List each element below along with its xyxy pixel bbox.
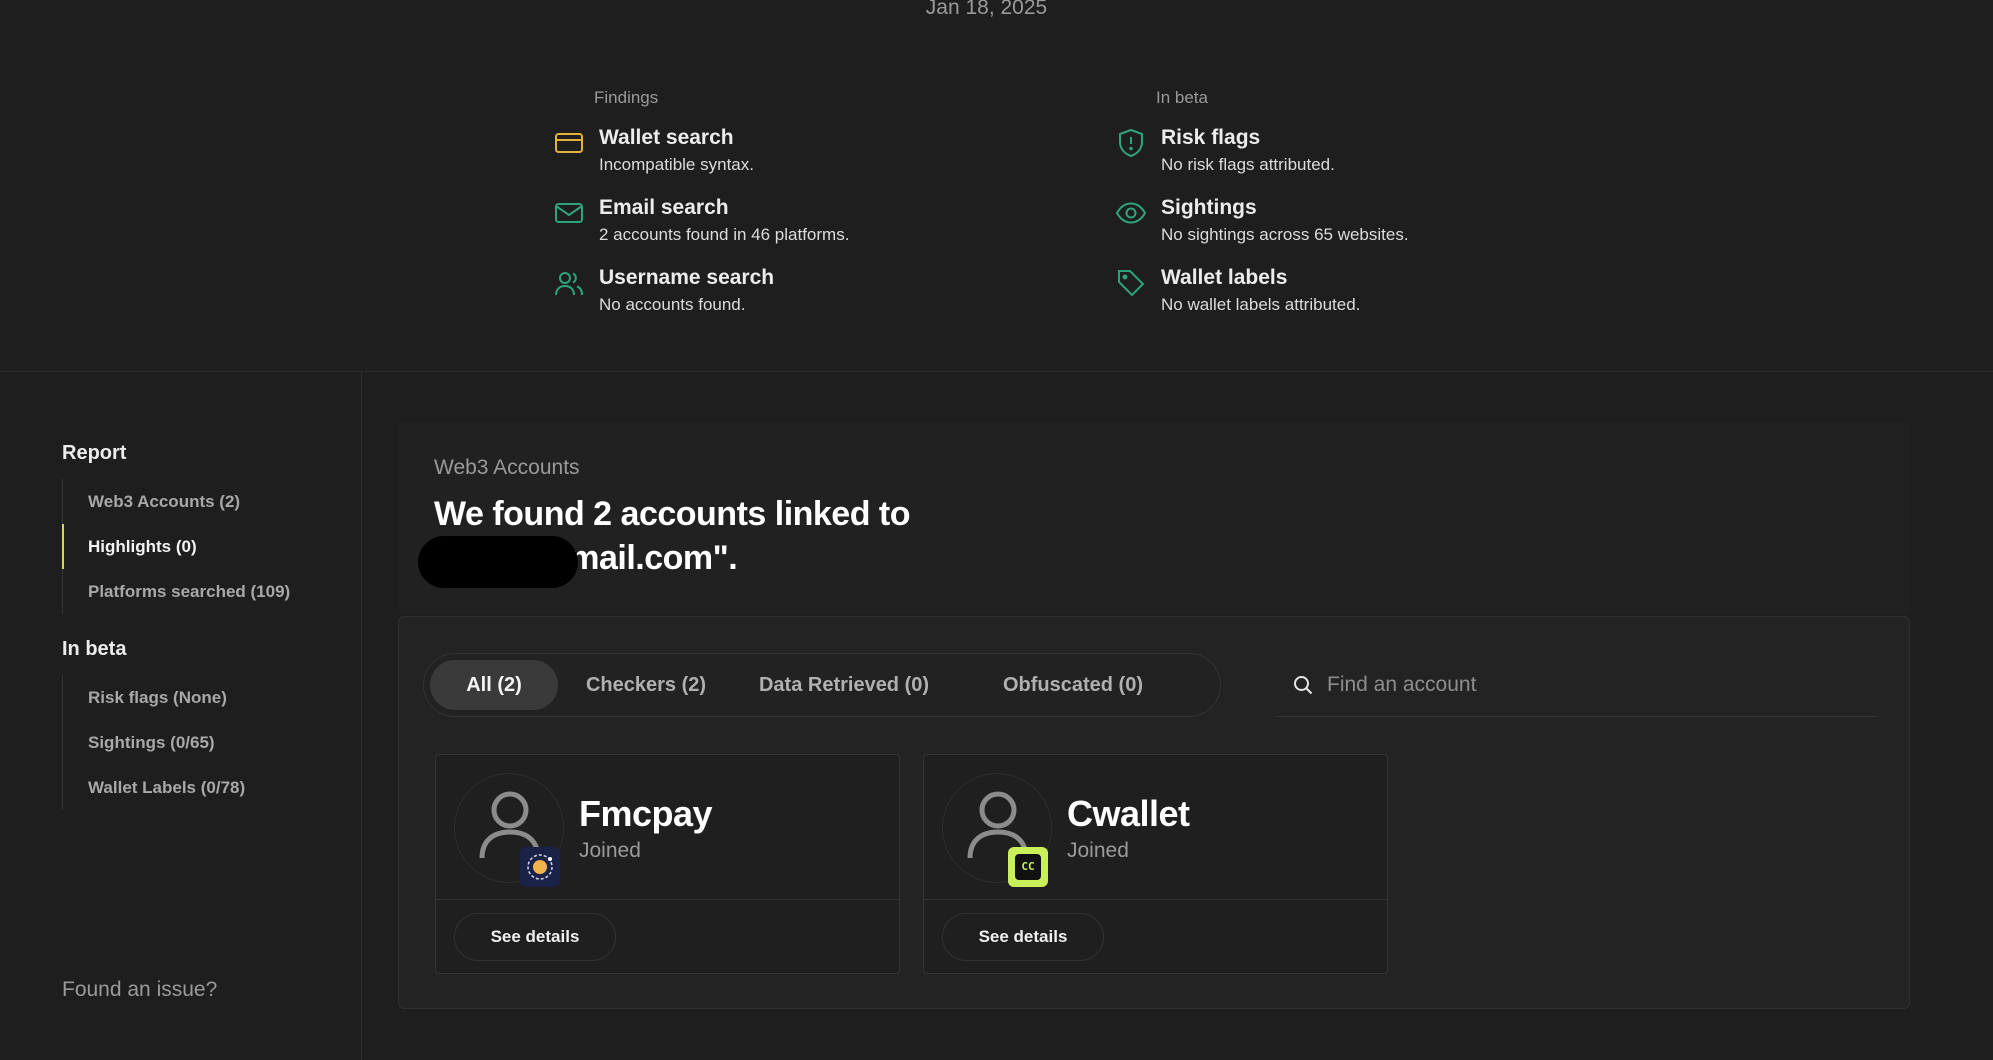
cwallet-logo-mark: CC — [1015, 854, 1041, 880]
cwallet-logo-icon: CC — [1008, 847, 1048, 887]
sidebar-item-wallet-labels[interactable]: Wallet Labels (0/78) — [63, 765, 342, 810]
sidebar-item-highlights[interactable]: Highlights (0) — [62, 524, 342, 569]
fmcpay-logo-icon — [520, 847, 560, 887]
tab-all[interactable]: All (2) — [430, 660, 558, 710]
tag-icon — [1118, 270, 1145, 297]
sidebar-item-risk-flags[interactable]: Risk flags (None) — [63, 675, 342, 720]
finding-title: Sightings — [1161, 196, 1257, 219]
finding-subtitle: No risk flags attributed. — [1161, 155, 1335, 174]
findings-heading: Findings — [594, 88, 659, 107]
accounts-panel: All (2) Checkers (2) Data Retrieved (0) … — [398, 616, 1910, 1009]
finding-email-search: Email search 2 accounts found in 46 plat… — [554, 194, 1074, 264]
account-card-fmcpay: Fmcpay Joined See details — [435, 754, 900, 974]
sidebar-item-platforms-searched[interactable]: Platforms searched (109) — [63, 569, 342, 614]
finding-subtitle: No accounts found. — [599, 295, 746, 314]
summary-section: Jan 18, 2025 Findings Wallet search Inco… — [0, 0, 1993, 372]
search-input[interactable] — [1327, 663, 1847, 707]
finding-title: Username search — [599, 266, 775, 289]
finding-subtitle: Incompatible syntax. — [599, 155, 754, 174]
finding-subtitle: 2 accounts found in 46 platforms. — [599, 225, 850, 244]
shield-alert-icon — [1119, 128, 1143, 158]
tab-checkers[interactable]: Checkers (2) — [566, 660, 726, 710]
tab-data-retrieved[interactable]: Data Retrieved (0) — [734, 660, 954, 710]
account-name: Fmcpay — [579, 793, 713, 834]
finding-title: Wallet labels — [1161, 266, 1288, 289]
sidebar-beta-heading: In beta — [62, 638, 127, 660]
search-icon — [1294, 676, 1313, 695]
account-search — [1277, 653, 1877, 717]
headline-line-1: We found 2 accounts linked to — [434, 495, 911, 533]
finding-title: Wallet search — [599, 126, 734, 149]
mail-icon — [555, 203, 583, 223]
credit-card-icon — [555, 133, 583, 153]
report-date: Jan 18, 2025 — [925, 0, 1048, 19]
account-name: Cwallet — [1067, 793, 1190, 834]
account-status: Joined — [579, 839, 641, 862]
account-status: Joined — [1067, 839, 1129, 862]
see-details-button[interactable]: See details — [454, 913, 616, 961]
card-divider — [924, 899, 1387, 900]
filter-tabs: All (2) Checkers (2) Data Retrieved (0) … — [423, 653, 1221, 717]
section-kicker: Web3 Accounts — [434, 456, 580, 479]
card-divider — [436, 899, 899, 900]
finding-subtitle: No sightings across 65 websites. — [1161, 225, 1409, 244]
findings-column: Findings Wallet search Incompatible synt… — [554, 88, 1074, 334]
redaction-mark — [418, 536, 578, 588]
see-details-button[interactable]: See details — [942, 913, 1104, 961]
sidebar-item-sightings[interactable]: Sightings (0/65) — [63, 720, 342, 765]
finding-wallet-search: Wallet search Incompatible syntax. — [554, 124, 1074, 194]
found-an-issue-link[interactable]: Found an issue? — [62, 978, 217, 1002]
sidebar-item-web3-accounts[interactable]: Web3 Accounts (2) — [63, 479, 342, 524]
users-icon — [555, 272, 583, 296]
sidebar-report-heading: Report — [62, 442, 127, 464]
beta-column: In beta Risk flags No risk flags attribu… — [1116, 88, 1636, 334]
account-card-cwallet: CC Cwallet Joined See details — [923, 754, 1388, 974]
eye-icon — [1116, 202, 1146, 224]
sidebar-report-group: Web3 Accounts (2) Highlights (0) Platfor… — [62, 479, 342, 614]
finding-risk-flags: Risk flags No risk flags attributed. — [1116, 124, 1636, 194]
tab-obfuscated[interactable]: Obfuscated (0) — [966, 660, 1180, 710]
finding-username-search: Username search No accounts found. — [554, 264, 1074, 334]
sidebar-beta-group: Risk flags (None) Sightings (0/65) Walle… — [62, 675, 342, 810]
finding-subtitle: No wallet labels attributed. — [1161, 295, 1361, 314]
finding-sightings: Sightings No sightings across 65 website… — [1116, 194, 1636, 264]
finding-title: Risk flags — [1161, 126, 1261, 149]
accounts-header-panel: Web3 Accounts We found 2 accounts linked… — [398, 422, 1910, 614]
finding-wallet-labels: Wallet labels No wallet labels attribute… — [1116, 264, 1636, 334]
sidebar: Report Web3 Accounts (2) Highlights (0) … — [0, 372, 362, 1060]
beta-heading: In beta — [1156, 88, 1208, 107]
finding-title: Email search — [599, 196, 729, 219]
